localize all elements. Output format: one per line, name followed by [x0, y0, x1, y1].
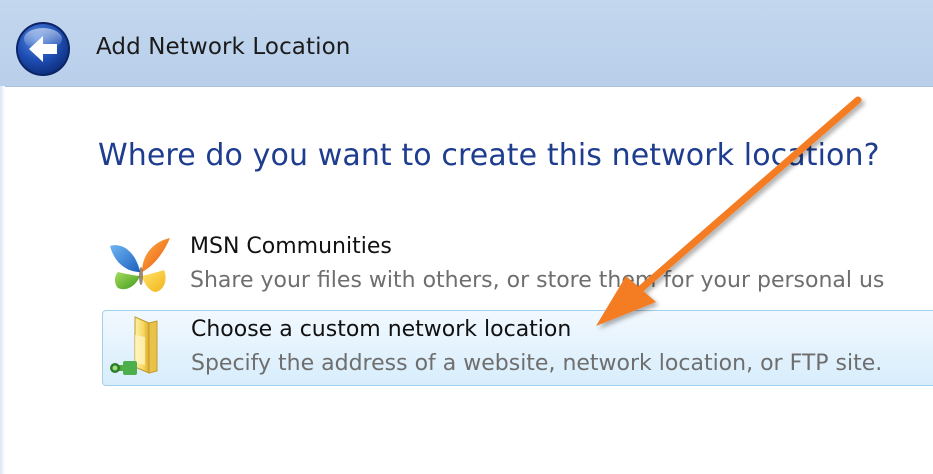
title-bar: Add Network Location: [0, 0, 933, 87]
option-description: Specify the address of a website, networ…: [191, 351, 883, 376]
window-title: Add Network Location: [96, 34, 351, 60]
network-folder-icon: [105, 315, 177, 383]
add-network-location-window: Add Network Location Where do you want t…: [0, 0, 933, 474]
msn-butterfly-icon: [104, 232, 176, 300]
option-custom-network-location[interactable]: Choose a custom network location Specify…: [102, 310, 933, 386]
window-left-edge: [0, 86, 5, 474]
option-title: Choose a custom network location: [191, 317, 572, 342]
page-heading: Where do you want to create this network…: [98, 138, 880, 173]
option-description: Share your files with others, or store t…: [190, 268, 885, 293]
option-msn-communities[interactable]: MSN Communities Share your files with ot…: [102, 228, 933, 304]
option-title: MSN Communities: [190, 234, 392, 259]
back-arrow-icon: [16, 22, 70, 76]
back-button[interactable]: [14, 20, 72, 78]
